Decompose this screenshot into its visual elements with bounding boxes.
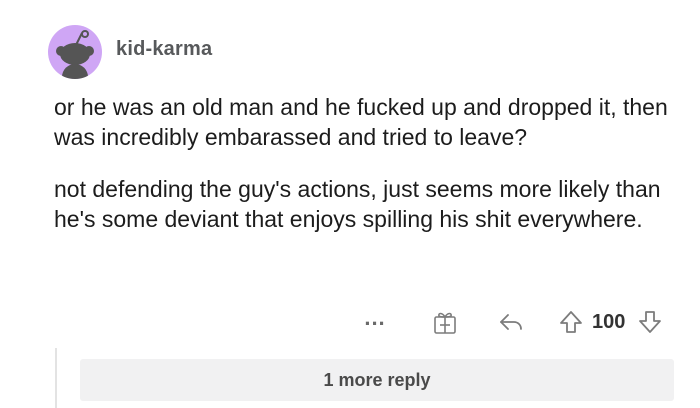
- comment: kid-karma or he was an old man and he fu…: [0, 0, 700, 408]
- reply-button[interactable]: [496, 309, 526, 335]
- comment-paragraph: or he was an old man and he fucked up an…: [54, 94, 668, 150]
- reddit-snoo-avatar-icon: [56, 30, 94, 79]
- upvote-button[interactable]: [556, 309, 586, 335]
- username[interactable]: kid-karma: [116, 38, 212, 61]
- vote-score: 100: [592, 310, 626, 333]
- award-button[interactable]: [430, 309, 460, 335]
- comment-header: kid-karma: [48, 25, 212, 79]
- comment-actions: ... 100: [360, 304, 665, 340]
- reply-arrow-icon: [500, 314, 522, 330]
- avatar[interactable]: [48, 25, 102, 79]
- gift-award-icon: [434, 312, 456, 334]
- more-options-label: ...: [364, 305, 386, 330]
- comment-paragraph: not defending the guy's actions, just se…: [54, 176, 661, 232]
- more-options-button[interactable]: ...: [360, 305, 390, 331]
- thread-line[interactable]: [55, 348, 57, 408]
- comment-body: or he was an old man and he fucked up an…: [54, 92, 684, 256]
- more-replies-label: 1 more reply: [323, 369, 431, 390]
- upvote-arrow-icon: [560, 311, 582, 333]
- downvote-arrow-icon: [639, 311, 662, 333]
- downvote-button[interactable]: [635, 309, 665, 335]
- more-replies-button[interactable]: 1 more reply: [80, 359, 674, 401]
